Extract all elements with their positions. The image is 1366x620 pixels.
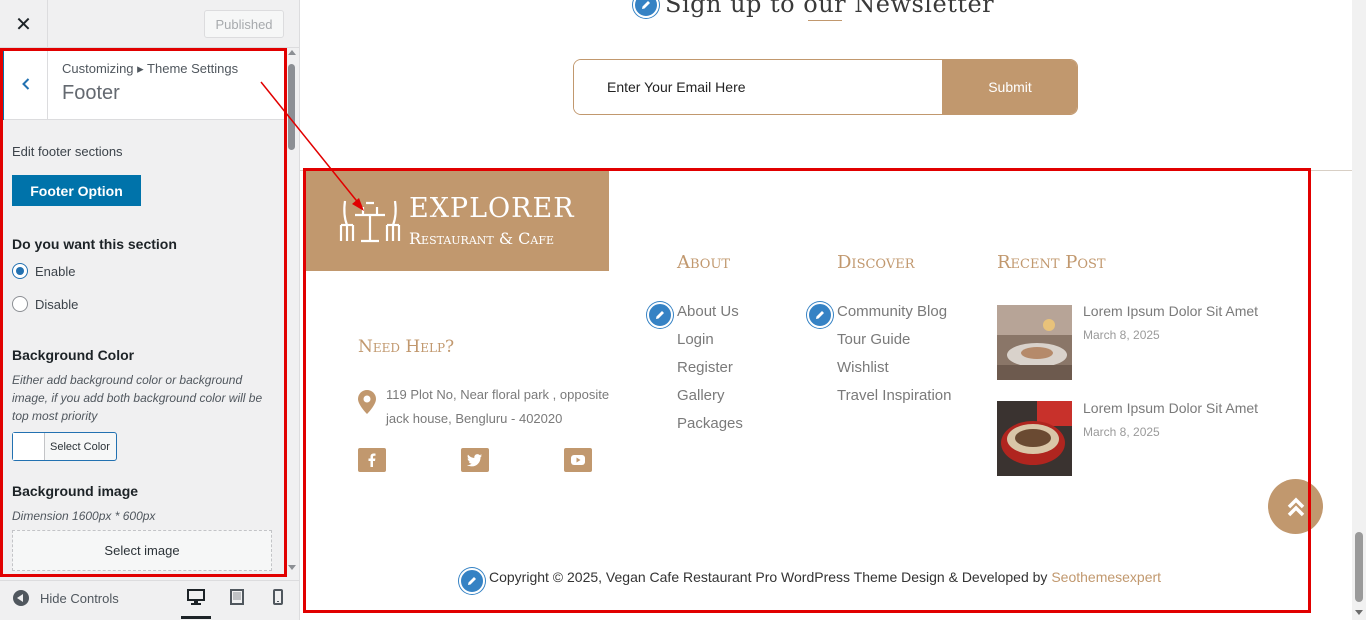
published-button[interactable]: Published bbox=[204, 10, 284, 38]
restaurant-table-icon bbox=[339, 200, 401, 243]
recent-post-thumbnail[interactable] bbox=[997, 401, 1072, 476]
collapse-icon bbox=[13, 590, 29, 606]
newsletter-title: Sign up to our Newsletter bbox=[665, 0, 995, 18]
bg-color-label: Background Color bbox=[12, 347, 135, 363]
footer-option-button[interactable]: Footer Option bbox=[12, 175, 141, 206]
chevron-left-icon bbox=[21, 78, 29, 90]
footer-link-packages[interactable]: Packages bbox=[677, 415, 743, 432]
footer-logo[interactable]: EXPLORER Restaurant & Cafe bbox=[303, 171, 609, 271]
tablet-icon bbox=[230, 589, 244, 605]
copyright-text: Copyright © 2025, Vegan Cafe Restaurant … bbox=[489, 569, 1161, 585]
bg-image-label: Background image bbox=[12, 483, 139, 499]
select-color-button[interactable]: Select Color bbox=[12, 432, 117, 461]
twitter-link[interactable] bbox=[461, 448, 489, 472]
footer-link-travel-inspiration[interactable]: Travel Inspiration bbox=[837, 387, 952, 404]
scroll-down-icon[interactable] bbox=[288, 565, 296, 570]
scroll-down-icon[interactable] bbox=[1355, 610, 1363, 615]
site-preview: Sign up to our Newsletter Submit EXPLORE… bbox=[300, 0, 1352, 620]
logo-tagline: Restaurant & Cafe bbox=[409, 229, 555, 248]
recent-post-thumbnail[interactable] bbox=[997, 305, 1072, 380]
device-mobile-button[interactable] bbox=[263, 589, 293, 619]
footer-link-about-us[interactable]: About Us bbox=[677, 303, 739, 320]
section-header: Customizing ▸ Theme Settings Footer bbox=[0, 48, 286, 120]
discover-heading: Discover bbox=[837, 252, 915, 273]
footer-link-gallery[interactable]: Gallery bbox=[677, 387, 725, 404]
section-title: Footer bbox=[62, 82, 120, 104]
need-help-heading: Need Help? bbox=[358, 337, 455, 357]
footer-link-wishlist[interactable]: Wishlist bbox=[837, 359, 889, 376]
hide-controls-label: Hide Controls bbox=[40, 590, 119, 606]
newsletter-form: Submit bbox=[573, 59, 1078, 115]
hide-controls-button[interactable]: Hide Controls bbox=[13, 590, 119, 606]
copyright-label: Copyright © 2025, Vegan Cafe Restaurant … bbox=[489, 569, 1048, 585]
desktop-icon bbox=[187, 589, 205, 605]
edit-shortcut-pencil-icon[interactable] bbox=[633, 0, 659, 18]
footer-controls: Edit footer sections Footer Option Do yo… bbox=[12, 120, 274, 580]
radio-enable[interactable]: Enable bbox=[12, 263, 75, 279]
double-chevron-up-icon bbox=[1287, 497, 1304, 516]
select-image-button[interactable]: Select image bbox=[12, 530, 272, 571]
copyright-brand-link[interactable]: Seothemesexpert bbox=[1051, 569, 1161, 585]
radio-checked-icon bbox=[12, 263, 28, 279]
scroll-thumb[interactable] bbox=[288, 64, 295, 150]
radio-unchecked-icon bbox=[12, 296, 28, 312]
recent-post-title[interactable]: Lorem Ipsum Dolor Sit Amet bbox=[1083, 400, 1258, 416]
scroll-up-icon[interactable] bbox=[288, 50, 296, 55]
bg-image-dimension: Dimension 1600px * 600px bbox=[12, 509, 156, 523]
radio-disable[interactable]: Disable bbox=[12, 296, 78, 312]
footer-link-tour-guide[interactable]: Tour Guide bbox=[837, 331, 910, 348]
edit-copyright-pencil-icon[interactable] bbox=[459, 568, 485, 594]
recent-post-heading: Recent Post bbox=[997, 252, 1106, 273]
title-underline bbox=[808, 20, 842, 21]
twitter-icon bbox=[467, 454, 482, 467]
mobile-icon bbox=[273, 589, 283, 605]
close-icon: ✕ bbox=[15, 11, 32, 36]
submit-button[interactable]: Submit bbox=[942, 60, 1077, 114]
recent-post-title[interactable]: Lorem Ipsum Dolor Sit Amet bbox=[1083, 303, 1258, 319]
about-heading: About bbox=[677, 252, 731, 273]
edit-sections-label: Edit footer sections bbox=[12, 144, 123, 159]
location-pin-icon bbox=[358, 390, 376, 414]
bg-color-description: Either add background color or backgroun… bbox=[12, 373, 263, 423]
preview-scrollbar[interactable] bbox=[1352, 0, 1366, 620]
customizer-sidebar: ✕ Published Customizing ▸ Theme Settings… bbox=[0, 0, 300, 620]
recent-post-date: March 8, 2025 bbox=[1083, 425, 1160, 439]
edit-discover-pencil-icon[interactable] bbox=[807, 302, 833, 328]
edit-about-pencil-icon[interactable] bbox=[647, 302, 673, 328]
section-question-label: Do you want this section bbox=[12, 236, 177, 252]
select-color-label: Select Color bbox=[50, 440, 110, 453]
footer-link-register[interactable]: Register bbox=[677, 359, 733, 376]
radio-enable-label: Enable bbox=[35, 263, 76, 279]
youtube-link[interactable] bbox=[564, 448, 592, 472]
radio-disable-label: Disable bbox=[35, 296, 79, 312]
logo-name: EXPLORER bbox=[409, 193, 575, 224]
customizer-topbar: ✕ Published bbox=[0, 0, 299, 48]
footer-address: 119 Plot No, Near floral park , opposite… bbox=[386, 387, 610, 426]
sidebar-scrollbar[interactable] bbox=[286, 48, 298, 572]
footer-link-login[interactable]: Login bbox=[677, 331, 714, 348]
recent-post-date: March 8, 2025 bbox=[1083, 328, 1160, 342]
device-desktop-button[interactable] bbox=[181, 589, 211, 619]
email-input[interactable] bbox=[574, 60, 942, 114]
facebook-icon bbox=[368, 453, 376, 467]
scroll-thumb[interactable] bbox=[1355, 532, 1363, 602]
close-customizer-button[interactable]: ✕ bbox=[0, 0, 48, 47]
device-tablet-button[interactable] bbox=[222, 589, 252, 619]
footer-link-community-blog[interactable]: Community Blog bbox=[837, 303, 947, 320]
customizer-footer-bar: Hide Controls bbox=[0, 580, 299, 620]
back-button[interactable] bbox=[0, 48, 48, 120]
breadcrumb: Customizing ▸ Theme Settings bbox=[62, 61, 239, 76]
scroll-to-top-button[interactable] bbox=[1268, 479, 1323, 534]
youtube-icon bbox=[571, 455, 585, 465]
facebook-link[interactable] bbox=[358, 448, 386, 472]
color-swatch bbox=[13, 433, 45, 460]
